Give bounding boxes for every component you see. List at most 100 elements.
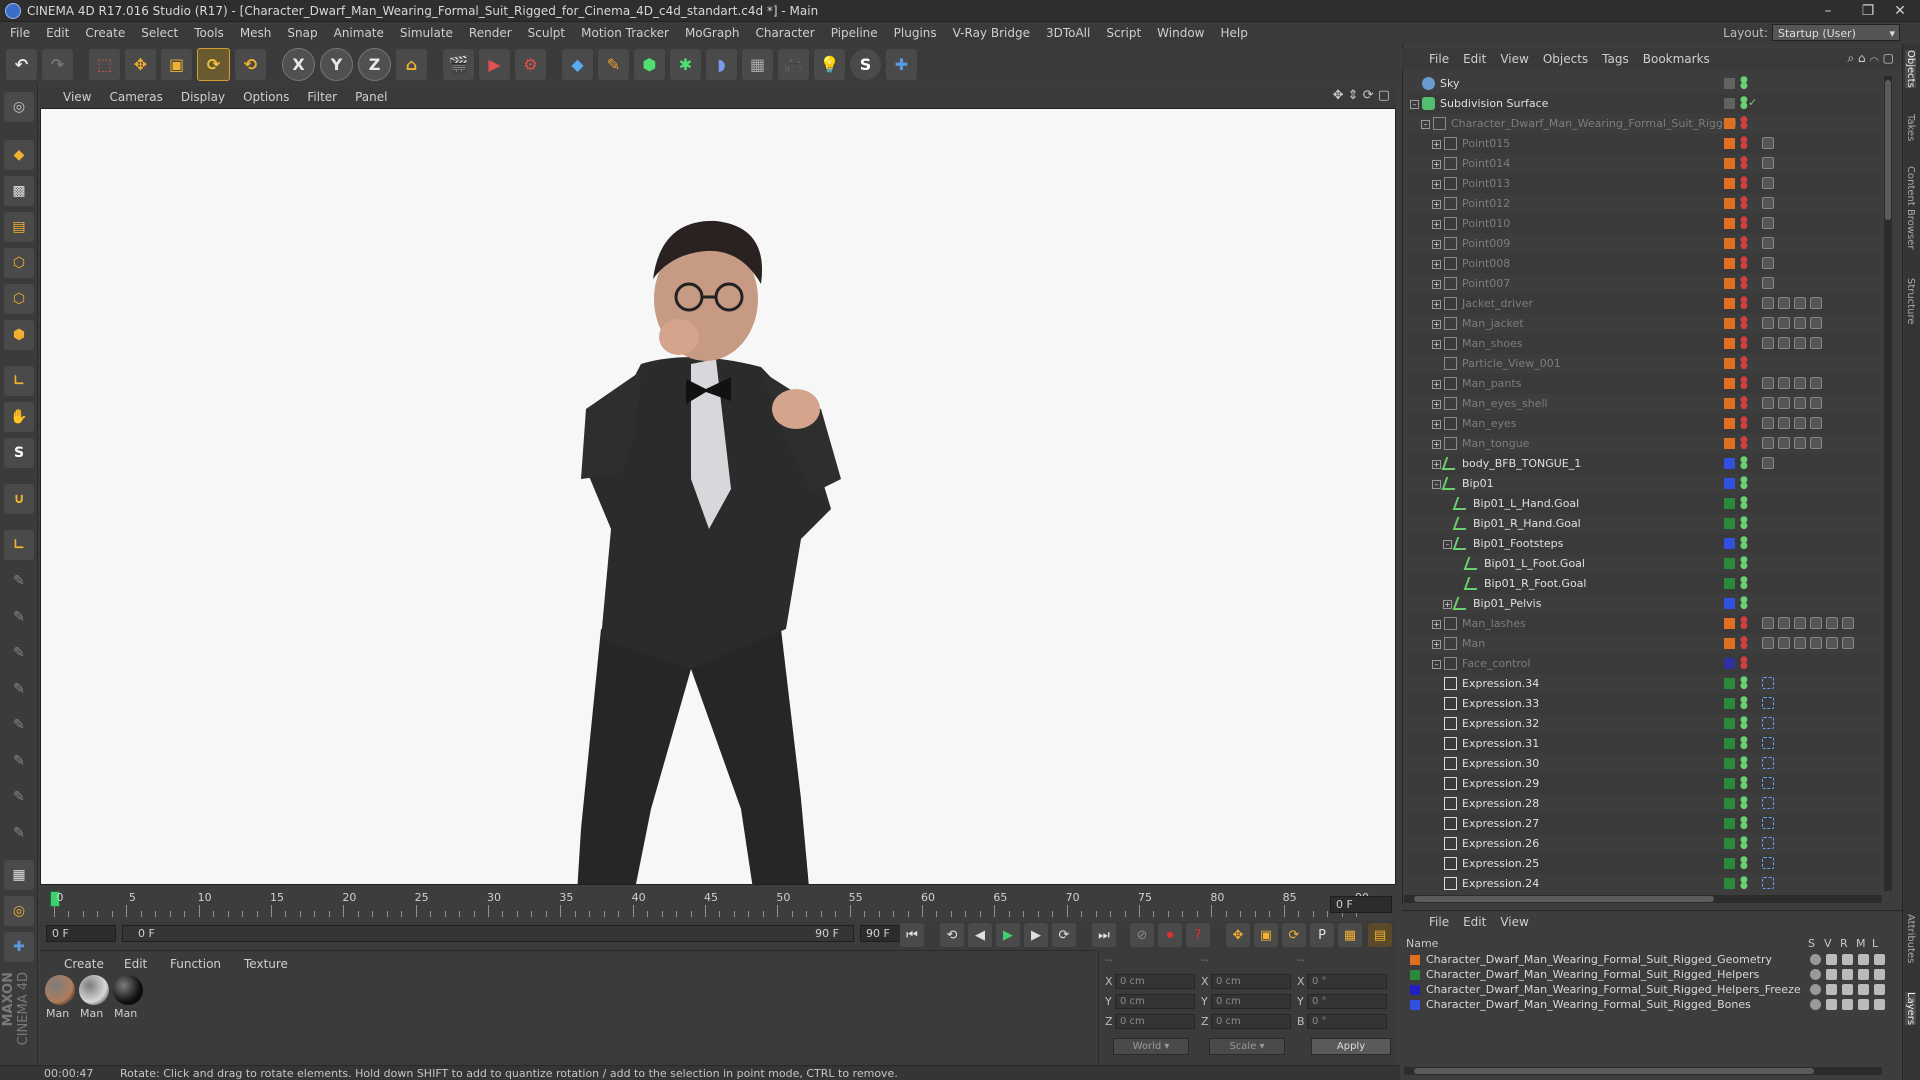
object-layer-color[interactable] — [1724, 698, 1735, 709]
menu-create[interactable]: Create — [77, 26, 133, 40]
minimize-button[interactable]: – — [1808, 0, 1848, 22]
tag-icon[interactable] — [1778, 637, 1790, 649]
layer-toggle-icon[interactable] — [1858, 999, 1869, 1010]
visibility-dots[interactable]: ● ● — [1740, 196, 1748, 211]
object-layer-color[interactable] — [1724, 378, 1735, 389]
visibility-dots[interactable]: ● ● — [1740, 476, 1748, 491]
tag-icon[interactable] — [1778, 437, 1790, 449]
object-row[interactable]: Expression.31 ● ● — [1408, 734, 1880, 754]
material-preview[interactable] — [45, 975, 75, 1005]
python-console-icon[interactable]: ✚ — [4, 932, 34, 962]
tag-icon[interactable] — [1778, 297, 1790, 309]
layer-menu-view[interactable]: View — [1493, 915, 1535, 929]
enabled-check-icon[interactable]: ✓ — [1748, 96, 1757, 109]
tag-icon[interactable] — [1826, 637, 1838, 649]
object-layer-color[interactable] — [1724, 178, 1735, 189]
menu-snap[interactable]: Snap — [279, 26, 325, 40]
x-axis-icon[interactable]: X — [282, 47, 315, 81]
current-frame-field[interactable]: 0 F — [1330, 896, 1392, 913]
key-scale-icon[interactable]: ▣ — [1254, 923, 1278, 947]
expand-icon[interactable]: + — [1432, 140, 1441, 149]
workplane-icon[interactable]: ▤ — [4, 212, 34, 242]
layer-toggle-icon[interactable] — [1810, 954, 1821, 965]
right-tab-structure[interactable]: Structure — [1905, 278, 1916, 325]
inflate-tool-icon[interactable]: ✎ — [4, 746, 34, 776]
camera-icon[interactable]: 🎥 — [778, 48, 809, 80]
material-menu-create[interactable]: Create — [64, 957, 104, 971]
coord-size-field[interactable]: 0 cm — [1211, 994, 1291, 1009]
tag-icon[interactable] — [1794, 617, 1806, 629]
tag-icon[interactable] — [1778, 337, 1790, 349]
object-manager-vscroll[interactable] — [1884, 76, 1892, 891]
object-row[interactable]: + Man_eyes_shell ● ● — [1408, 394, 1880, 414]
object-layer-color[interactable] — [1724, 138, 1735, 149]
live-selection-icon[interactable]: ⬚ — [89, 48, 120, 80]
object-row[interactable]: + body_BFB_TONGUE_1 ● ● — [1408, 454, 1880, 474]
axis-mode-icon[interactable]: ∟ — [4, 366, 34, 396]
tag-icon[interactable] — [1778, 417, 1790, 429]
menu-character[interactable]: Character — [747, 26, 822, 40]
layout-select[interactable]: Startup (User) ▾ — [1772, 24, 1900, 41]
right-tab-objects[interactable]: Objects — [1905, 50, 1916, 88]
expand-icon[interactable]: + — [1432, 240, 1441, 249]
collapse-icon[interactable]: – — [1421, 120, 1430, 129]
layer-toggle-icon[interactable] — [1874, 999, 1885, 1010]
layer-toggle-icon[interactable] — [1810, 999, 1821, 1010]
object-layer-color[interactable] — [1724, 558, 1735, 569]
object-row[interactable]: + Man_lashes ● ● — [1408, 614, 1880, 634]
visibility-dots[interactable]: ● ● — [1740, 436, 1748, 451]
object-layer-color[interactable] — [1724, 838, 1735, 849]
tag-icon[interactable] — [1826, 617, 1838, 629]
object-row[interactable]: Expression.34 ● ● — [1408, 674, 1880, 694]
object-layer-color[interactable] — [1724, 418, 1735, 429]
vray-icon[interactable]: S — [850, 48, 881, 80]
object-layer-color[interactable] — [1724, 598, 1735, 609]
tweak-mode-icon[interactable]: ✋ — [4, 402, 34, 432]
paint-tool-icon[interactable]: ✎ — [4, 602, 34, 632]
tag-icon[interactable] — [1762, 337, 1774, 349]
layer-manager-hscroll[interactable] — [1404, 1067, 1882, 1075]
layer-color-swatch[interactable] — [1410, 970, 1420, 980]
tag-icon[interactable] — [1810, 637, 1822, 649]
object-row[interactable]: Sky ● ● — [1408, 74, 1880, 94]
visibility-dots[interactable]: ● ● — [1740, 536, 1748, 551]
tag-icon[interactable] — [1794, 297, 1806, 309]
layer-toggle-icon[interactable] — [1826, 954, 1837, 965]
menu-mesh[interactable]: Mesh — [232, 26, 280, 40]
layer-toggle-icon[interactable] — [1858, 969, 1869, 980]
tag-icon[interactable] — [1762, 777, 1774, 789]
points-mode-icon[interactable]: ⬡ — [4, 248, 34, 278]
layer-toggle-icon[interactable] — [1874, 954, 1885, 965]
viewport-menu-display[interactable]: Display — [172, 90, 234, 104]
layer-toggle-icon[interactable] — [1842, 984, 1853, 995]
3d-viewport[interactable] — [40, 108, 1396, 932]
expand-icon[interactable]: + — [1432, 440, 1441, 449]
object-manager-hscroll[interactable] — [1404, 895, 1882, 903]
viewport-nav-icons[interactable]: ✥ ⇕ ⟳ ▢ — [1333, 88, 1390, 103]
render-picture-viewer-icon[interactable]: ▶ — [479, 48, 510, 80]
object-row[interactable]: + Point007 ● ● — [1408, 274, 1880, 294]
previous-key-icon[interactable]: ⟲ — [940, 923, 964, 947]
object-row[interactable]: Bip01_R_Hand.Goal ● ● — [1408, 514, 1880, 534]
tag-icon[interactable] — [1762, 697, 1774, 709]
expand-icon[interactable]: + — [1432, 260, 1441, 269]
subdivision-icon[interactable]: ⬢ — [634, 48, 665, 80]
layer-toggle-icon[interactable] — [1826, 999, 1837, 1010]
go-to-end-icon[interactable]: ⏭ — [1092, 923, 1116, 947]
object-layer-color[interactable] — [1724, 758, 1735, 769]
rotate-icon[interactable]: ⟳ — [197, 47, 230, 81]
menu-help[interactable]: Help — [1212, 26, 1255, 40]
menu-3dtoall[interactable]: 3DToAll — [1038, 26, 1098, 40]
key-pla-icon[interactable]: ▦ — [1338, 923, 1362, 947]
visibility-dots[interactable]: ● ● — [1740, 876, 1748, 891]
visibility-dots[interactable]: ● ● — [1740, 756, 1748, 771]
object-layer-color[interactable] — [1724, 358, 1735, 369]
coord-pos-field[interactable]: 0 cm — [1115, 1014, 1195, 1029]
timeline-ruler[interactable]: 051015202530354045505560657075808590 0 F — [40, 887, 1396, 921]
object-row[interactable]: + Man_jacket ● ● — [1408, 314, 1880, 334]
tag-icon[interactable] — [1762, 737, 1774, 749]
tag-icon[interactable] — [1762, 817, 1774, 829]
tag-icon[interactable] — [1762, 797, 1774, 809]
tag-icon[interactable] — [1810, 397, 1822, 409]
object-row[interactable]: + Point009 ● ● — [1408, 234, 1880, 254]
